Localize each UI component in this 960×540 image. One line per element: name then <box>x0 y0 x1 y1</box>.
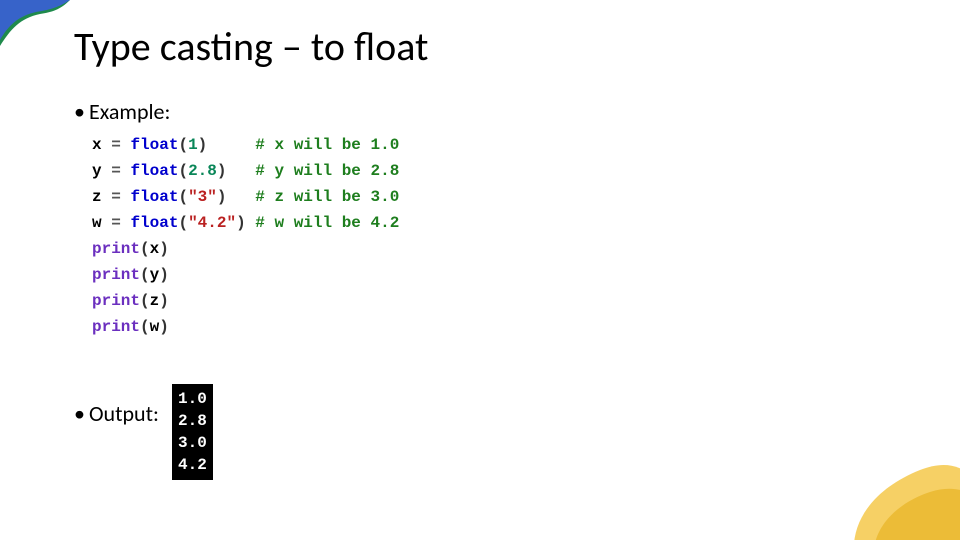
code-line-3: z = float("3") # z will be 3.0 <box>92 188 399 206</box>
slide: Type casting – to float •Example: x = fl… <box>0 0 960 540</box>
code-print-y: print(y) <box>92 266 169 284</box>
example-label: Example: <box>89 98 170 125</box>
code-line-4: w = float("4.2") # w will be 4.2 <box>92 214 399 232</box>
code-print-w: print(w) <box>92 318 169 336</box>
example-bullet: •Example: <box>74 98 170 131</box>
output-bullet: •Output: <box>74 400 159 427</box>
output-line-1: 1.0 <box>178 390 207 408</box>
corner-swoosh-icon <box>0 0 84 46</box>
code-block: x = float(1) # x will be 1.0 y = float(2… <box>92 132 399 340</box>
console-output: 1.0 2.8 3.0 4.2 <box>172 384 213 480</box>
code-line-2: y = float(2.8) # y will be 2.8 <box>92 162 399 180</box>
output-line-3: 3.0 <box>178 434 207 452</box>
bullet-dot-icon: • <box>74 400 85 427</box>
code-print-z: print(z) <box>92 292 169 310</box>
output-line-4: 4.2 <box>178 456 207 474</box>
code-line-1: x = float(1) # x will be 1.0 <box>92 136 399 154</box>
output-label: Output: <box>89 400 159 427</box>
corner-blob-icon <box>830 410 960 540</box>
code-print-x: print(x) <box>92 240 169 258</box>
bullet-dot-icon: • <box>74 98 85 125</box>
output-line-2: 2.8 <box>178 412 207 430</box>
slide-title: Type casting – to float <box>74 22 428 71</box>
